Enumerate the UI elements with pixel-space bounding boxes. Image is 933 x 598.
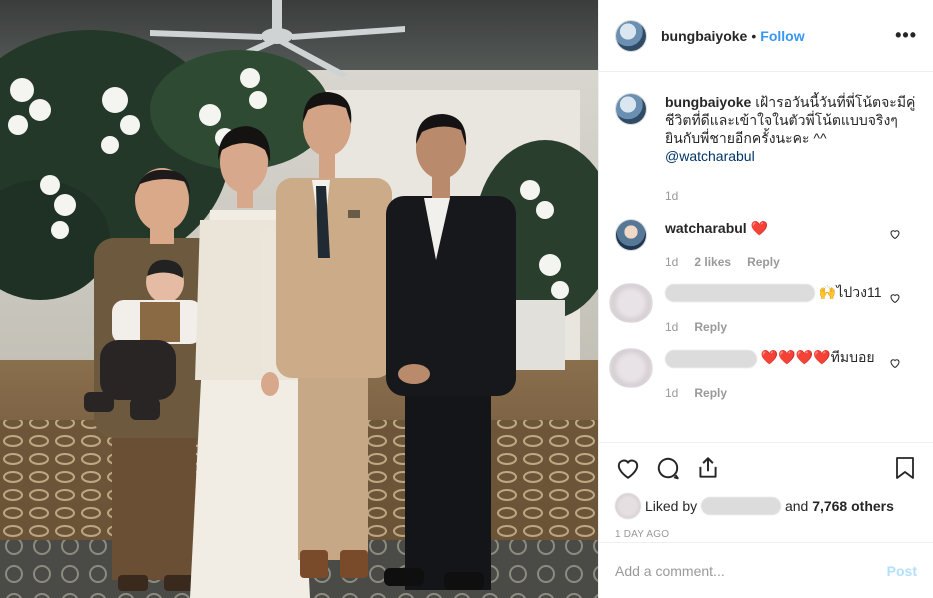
- comment-time[interactable]: 1d: [665, 318, 678, 336]
- comment-time[interactable]: 1d: [665, 384, 678, 402]
- commenter-username[interactable]: watcharabul: [665, 220, 747, 236]
- likes-count[interactable]: 7,768 others: [812, 498, 894, 514]
- comment-time[interactable]: 1d: [665, 253, 678, 271]
- post-comment-button[interactable]: Post: [887, 563, 917, 579]
- liked-by-and: and: [784, 498, 809, 514]
- post-header: bungbaiyoke • Follow •••: [599, 0, 933, 72]
- liked-by-prefix: Liked by: [645, 498, 698, 514]
- add-comment-input[interactable]: [615, 562, 887, 579]
- comment-text: ❤️❤️❤️❤️ทีมบอย: [760, 349, 875, 366]
- like-comment-icon[interactable]: [889, 292, 901, 304]
- reply-button[interactable]: Reply: [694, 384, 727, 402]
- wedding-group-photo: [0, 0, 598, 598]
- comment-bubble-icon[interactable]: [655, 455, 681, 481]
- commenter-avatar[interactable]: [615, 219, 647, 251]
- commenter-username-redacted[interactable]: [665, 284, 815, 303]
- comment-item: ❤️❤️❤️❤️ทีมบอย 1d Reply: [609, 348, 917, 402]
- comment-item: watcharabul ❤️ 1d 2 likes Reply: [615, 219, 917, 271]
- caption-mention[interactable]: @watcharabul: [665, 148, 755, 164]
- commenter-avatar[interactable]: [609, 283, 653, 323]
- more-options-icon[interactable]: •••: [895, 25, 917, 46]
- bookmark-save-icon[interactable]: [893, 455, 917, 481]
- post-side-panel: bungbaiyoke • Follow ••• bungbaiyoke เฝ้…: [598, 0, 933, 598]
- post-photo[interactable]: [0, 0, 598, 598]
- reply-button[interactable]: Reply: [747, 253, 780, 271]
- comment-text: 🙌ไปวง11: [818, 284, 882, 300]
- like-comment-icon[interactable]: [889, 357, 901, 369]
- post-timestamp[interactable]: 1 DAY AGO: [615, 529, 917, 540]
- comment-item: 🙌ไปวง11 1d Reply: [609, 283, 917, 336]
- add-comment-bar: Post: [599, 542, 933, 598]
- separator-dot: •: [751, 27, 757, 44]
- liker-avatar-redacted[interactable]: [615, 493, 641, 519]
- caption-time[interactable]: 1d: [665, 187, 678, 205]
- comments-list[interactable]: bungbaiyoke เฝ้ารอวันนี้วันที่พี่โน้ตจะม…: [599, 73, 933, 441]
- liker-username-redacted[interactable]: [701, 497, 782, 515]
- share-icon[interactable]: [695, 455, 721, 481]
- like-heart-icon[interactable]: [615, 455, 641, 481]
- author-avatar[interactable]: [615, 19, 647, 52]
- reply-button[interactable]: Reply: [694, 318, 727, 336]
- caption-username[interactable]: bungbaiyoke: [665, 94, 751, 110]
- follow-button[interactable]: Follow: [760, 28, 804, 44]
- comment-likes[interactable]: 2 likes: [694, 253, 731, 271]
- commenter-avatar[interactable]: [609, 348, 653, 389]
- liked-by-row: Liked by and 7,768 others: [615, 493, 917, 519]
- caption-avatar[interactable]: [615, 93, 647, 125]
- commenter-username-redacted[interactable]: [665, 349, 757, 368]
- author-username[interactable]: bungbaiyoke: [661, 28, 747, 44]
- caption: bungbaiyoke เฝ้ารอวันนี้วันที่พี่โน้ตจะม…: [615, 93, 917, 205]
- like-comment-icon[interactable]: [889, 228, 901, 240]
- comment-text: ❤️: [750, 220, 769, 236]
